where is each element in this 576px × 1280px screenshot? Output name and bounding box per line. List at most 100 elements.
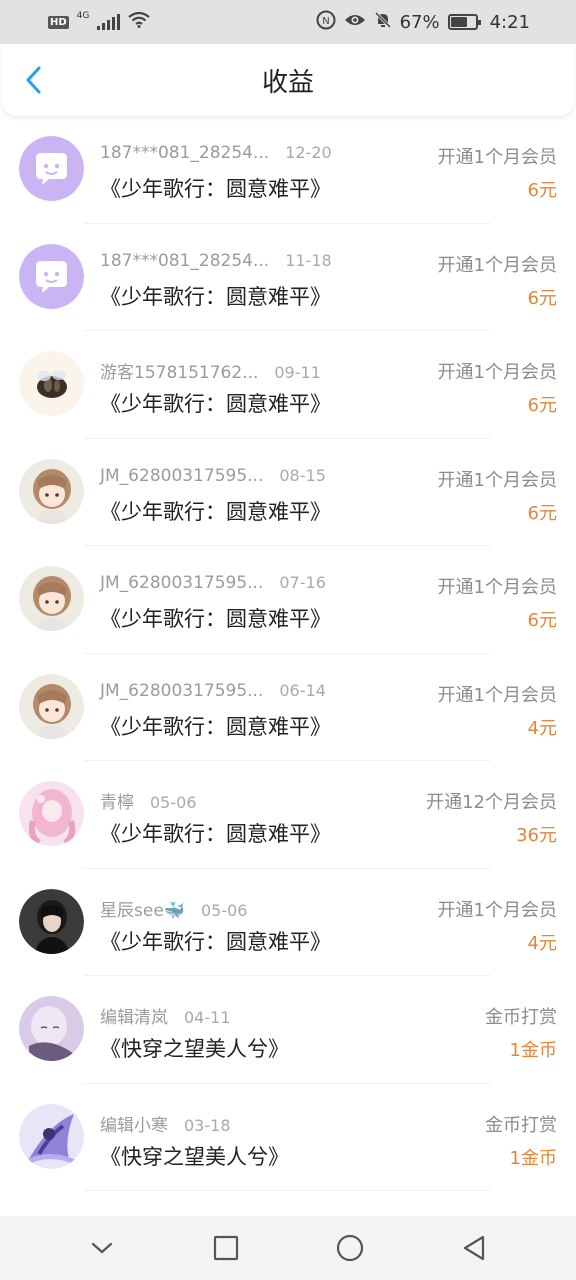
book-title: 《快穿之望美人兮》 <box>100 1037 289 1061</box>
record-date: 11-18 <box>285 250 332 270</box>
book-title: 《少年歌行：圆意难平》 <box>100 284 331 309</box>
clock: 4:21 <box>489 11 530 33</box>
user-name-text: 游客1578151762... <box>100 363 259 383</box>
earning-amount: 6元 <box>527 395 557 416</box>
earning-amount: 6元 <box>527 180 557 201</box>
book-title: 《少年歌行：圆意难平》 <box>100 822 331 846</box>
book-title: 《少年歌行：圆意难平》 <box>100 177 331 201</box>
user-name-text: JM_62800317595... <box>100 680 264 701</box>
earning-record-row[interactable]: 187***081_28254... 11-18 《少年歌行：圆意难平》 开通1个… <box>0 224 576 331</box>
avatar[interactable] <box>19 888 84 954</box>
nfc-icon: N <box>316 10 336 35</box>
battery-percent: 67% <box>399 11 440 33</box>
user-name: 青檸 05-06 <box>100 788 197 813</box>
user-name: JM_62800317595... 07-16 <box>100 573 326 593</box>
status-bar: HD 4G N 67% 4:21 <box>0 0 576 44</box>
user-name: 187***081_28254... 12-20 <box>100 143 332 163</box>
earning-record-row[interactable]: 游客1578151762... 09-11 《少年歌行：圆意难平》 开通1个月会员… <box>0 331 576 439</box>
square-icon <box>213 1235 239 1261</box>
earning-record-row[interactable]: JM_62800317595... 07-16 《少年歌行：圆意难平》 开通1个月… <box>0 546 576 654</box>
earning-type: 金币打赏 <box>485 1007 557 1028</box>
user-name: JM_62800317595... 06-14 <box>100 681 326 701</box>
wifi-icon <box>128 11 151 33</box>
record-date: 12-20 <box>285 143 332 162</box>
user-name-text: JM_62800317595... <box>100 573 264 593</box>
nav-recents-button[interactable] <box>206 1228 246 1268</box>
earning-record-row[interactable]: 编辑小寒 03-18 《快穿之望美人兮》 金币打赏 1金币 <box>0 1084 576 1191</box>
earning-amount: 6元 <box>527 287 557 309</box>
book-title: 《少年歌行：圆意难平》 <box>100 392 331 416</box>
svg-text:N: N <box>322 16 329 27</box>
earning-amount: 6元 <box>527 610 557 631</box>
avatar[interactable] <box>19 566 84 631</box>
system-nav-bar <box>0 1216 576 1280</box>
user-name-text: 星辰see🐳 <box>100 900 185 921</box>
avatar[interactable] <box>19 781 84 846</box>
nav-collapse-button[interactable] <box>82 1228 122 1268</box>
nav-back-button[interactable] <box>454 1228 494 1268</box>
earning-record-row[interactable]: JM_62800317595... 06-14 《少年歌行：圆意难平》 开通1个月… <box>0 654 576 761</box>
app-header: 收益 <box>2 44 574 116</box>
book-title: 《快穿之望美人兮》 <box>100 1144 289 1169</box>
book-title: 《少年歌行：圆意难平》 <box>100 499 331 524</box>
earning-type: 开通1个月会员 <box>437 899 557 921</box>
earning-amount: 36元 <box>516 825 557 846</box>
earnings-list: 187***081_28254... 12-20 《少年歌行：圆意难平》 开通1个… <box>0 116 576 1191</box>
earning-amount: 1金币 <box>509 1040 557 1061</box>
page-title: 收益 <box>261 67 314 98</box>
user-name-text: JM_62800317595... <box>100 465 264 486</box>
user-name-text: 187***081_28254... <box>100 250 270 271</box>
earning-record-row[interactable]: 星辰see🐳 05-06 《少年歌行：圆意难平》 开通1个月会员 4元 <box>0 869 576 976</box>
book-title: 《少年歌行：圆意难平》 <box>100 929 331 954</box>
user-name: 编辑小寒 03-18 <box>100 1111 231 1136</box>
divider <box>84 1190 490 1191</box>
user-name: 游客1578151762... 09-11 <box>100 358 321 383</box>
book-title: 《少年歌行：圆意难平》 <box>100 607 331 631</box>
user-name: 187***081_28254... 11-18 <box>100 251 332 271</box>
book-title: 《少年歌行：圆意难平》 <box>100 714 331 739</box>
user-name-text: 187***081_28254... <box>100 143 270 163</box>
mute-bell-icon <box>374 11 392 34</box>
earning-type: 开通1个月会员 <box>437 254 557 276</box>
earning-type: 开通1个月会员 <box>437 577 557 598</box>
earning-amount: 1金币 <box>509 1147 557 1169</box>
record-date: 08-15 <box>279 465 326 485</box>
avatar[interactable] <box>19 673 84 739</box>
earning-record-row[interactable]: 187***081_28254... 12-20 《少年歌行：圆意难平》 开通1个… <box>0 116 576 224</box>
earning-amount: 4元 <box>527 717 557 739</box>
nav-home-button[interactable] <box>330 1228 370 1268</box>
user-name: 星辰see🐳 05-06 <box>100 896 247 921</box>
avatar[interactable] <box>19 351 84 416</box>
avatar[interactable] <box>19 996 84 1061</box>
earning-type: 开通1个月会员 <box>437 469 557 491</box>
record-date: 09-11 <box>274 363 321 382</box>
user-name: JM_62800317595... 08-15 <box>100 466 326 486</box>
avatar[interactable] <box>19 1103 84 1169</box>
signal-icon <box>97 14 121 30</box>
avatar[interactable] <box>19 243 84 309</box>
battery-icon <box>447 14 481 30</box>
avatar[interactable] <box>19 136 84 201</box>
record-date: 05-06 <box>200 900 248 920</box>
earning-type: 开通1个月会员 <box>437 147 557 168</box>
user-name-text: 编辑小寒 <box>100 1115 168 1136</box>
eye-icon <box>344 12 366 33</box>
user-name-text: 编辑清岚 <box>100 1008 168 1028</box>
user-name: 编辑清岚 04-11 <box>100 1003 231 1028</box>
earning-amount: 6元 <box>527 502 557 524</box>
earning-type: 金币打赏 <box>485 1114 557 1136</box>
user-name-text: 青檸 <box>100 793 134 813</box>
earning-type: 开通1个月会员 <box>437 684 557 706</box>
earning-type: 开通12个月会员 <box>426 792 557 813</box>
back-button[interactable] <box>20 66 48 94</box>
avatar[interactable] <box>19 458 84 524</box>
record-date: 03-18 <box>184 1115 231 1135</box>
earning-record-row[interactable]: JM_62800317595... 08-15 《少年歌行：圆意难平》 开通1个月… <box>0 439 576 546</box>
record-date: 06-14 <box>279 680 326 700</box>
earning-amount: 4元 <box>527 932 557 954</box>
earning-record-row[interactable]: 编辑清岚 04-11 《快穿之望美人兮》 金币打赏 1金币 <box>0 976 576 1084</box>
record-date: 05-06 <box>150 793 197 812</box>
earning-type: 开通1个月会员 <box>437 362 557 383</box>
circle-icon <box>336 1234 364 1262</box>
earning-record-row[interactable]: 青檸 05-06 《少年歌行：圆意难平》 开通12个月会员 36元 <box>0 761 576 869</box>
